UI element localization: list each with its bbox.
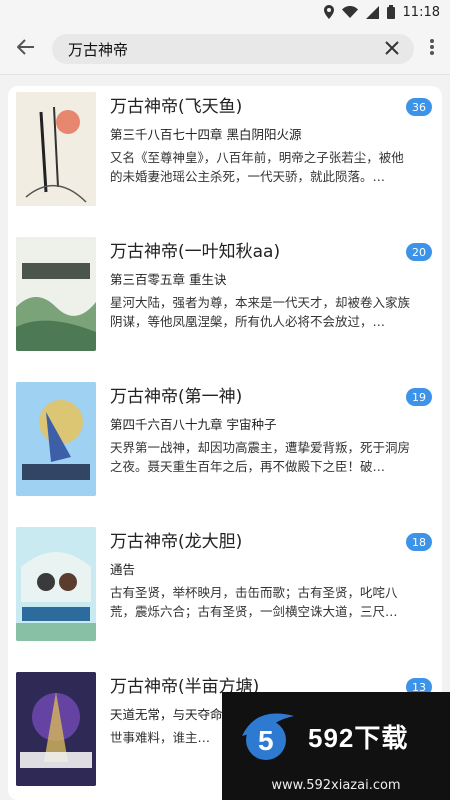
latest-chapter: 第三千八百七十四章 黑白阴阳火源 (110, 127, 302, 142)
source-count-badge: 18 (406, 533, 432, 551)
battery-icon (386, 5, 395, 19)
list-item[interactable]: 万古神帝(飞天鱼) 第三千八百七十四章 黑白阴阳火源 又名《至尊神皇》，八百年前… (8, 86, 442, 231)
clear-search-button[interactable] (380, 37, 404, 61)
book-title: 万古神帝(第一神) (110, 387, 243, 407)
clock: 11:18 (402, 4, 440, 20)
book-cover (16, 672, 96, 786)
watermark: 5 592下载 www.592xiazai.com (222, 692, 450, 800)
latest-chapter: 通告 (110, 562, 136, 577)
book-title: 万古神帝(一叶知秋aa) (110, 242, 281, 262)
book-cover (16, 92, 96, 206)
source-count-badge: 20 (406, 243, 432, 261)
book-cover (16, 237, 96, 351)
search-toolbar (0, 24, 450, 75)
watermark-url: www.592xiazai.com (271, 777, 401, 793)
wifi-icon (341, 6, 358, 18)
back-button[interactable] (6, 29, 46, 69)
book-description: 星河大陆，强者为尊，本来是一代天才，却被卷入家族阴谋，等他凤凰涅槃，所有仇人必将… (110, 295, 410, 329)
location-icon (323, 5, 334, 19)
overflow-menu-button[interactable] (422, 31, 442, 67)
watermark-logo: 5 (236, 710, 300, 762)
more-vert-icon (430, 39, 434, 59)
source-count-badge: 19 (406, 388, 432, 406)
book-description: 天界第一战神，却因功高震主，遭挚爱背叛，死于洞房之夜。聂天重生百年之后，再不做殿… (110, 440, 410, 474)
book-cover (16, 382, 96, 496)
latest-chapter: 天道无常，与天夺命 (110, 707, 223, 722)
search-box (52, 34, 414, 64)
book-title: 万古神帝(龙大胆) (110, 532, 243, 552)
status-bar: 11:18 (0, 0, 450, 24)
latest-chapter: 第四千六百八十九章 宇宙种子 (110, 417, 277, 432)
list-item[interactable]: 万古神帝(龙大胆) 通告 古有圣贤，举杯映月，击缶而歌；古有圣贤，叱咤八荒，震烁… (8, 521, 442, 666)
list-item[interactable]: 万古神帝(一叶知秋aa) 第三百零五章 重生诀 星河大陆，强者为尊，本来是一代天… (8, 231, 442, 376)
watermark-logo-digit: 5 (258, 725, 274, 756)
arrow-left-icon (16, 39, 35, 59)
book-title: 万古神帝(飞天鱼) (110, 97, 243, 117)
list-item[interactable]: 万古神帝(第一神) 第四千六百八十九章 宇宙种子 天界第一战神，却因功高震主，遭… (8, 376, 442, 521)
book-cover (16, 527, 96, 641)
book-description: 古有圣贤，举杯映月，击缶而歌；古有圣贤，叱咤八荒，震烁六合；古有圣贤，一剑横空诛… (110, 585, 398, 619)
latest-chapter: 第三百零五章 重生诀 (110, 272, 227, 287)
watermark-brand: 592下载 (308, 723, 409, 753)
close-icon (385, 40, 399, 59)
search-input[interactable] (66, 39, 380, 59)
signal-icon (365, 5, 379, 19)
source-count-badge: 36 (406, 98, 432, 116)
book-description: 又名《至尊神皇》，八百年前，明帝之子张若尘，被他的未婚妻池瑶公主杀死，一代天骄，… (110, 150, 404, 184)
